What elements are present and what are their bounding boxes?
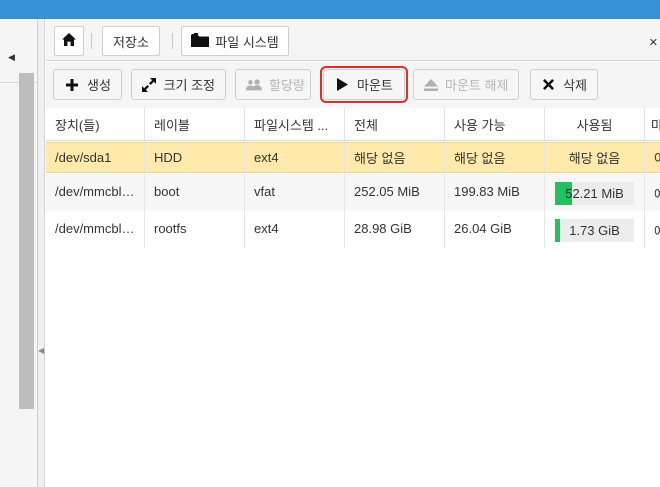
- expand-icon: [142, 77, 157, 93]
- used-cell: 해당 없음: [545, 143, 645, 172]
- eject-icon: [424, 77, 438, 93]
- device-text: /dev/mmcblk0p1: [55, 184, 135, 199]
- table-row[interactable]: /dev/mmcblk0p1 boot vfat 252.05 MiB 199.…: [46, 174, 660, 211]
- usage-bar-text: 52.21 MiB: [565, 186, 624, 201]
- label-cell: HDD: [145, 143, 245, 172]
- filesystem-cell: ext4: [245, 143, 345, 172]
- device-cell: /dev/sda1: [46, 143, 145, 172]
- total-cell: 252.05 MiB: [345, 174, 445, 211]
- column-header-label[interactable]: 레이블: [145, 108, 245, 141]
- folder-icon: [191, 32, 210, 50]
- mount-button-label: 마운트: [357, 78, 393, 93]
- filesystems-table: 장치(들) 레이블 파일시스템 ... 전체 사용 가능 사용됨 마 /dev/…: [46, 108, 660, 487]
- breadcrumb-filesystems[interactable]: 파일 시스템: [181, 26, 289, 56]
- breadcrumb: 저장소 파일 시스템 ✕: [46, 19, 660, 61]
- breadcrumb-separator: [172, 33, 173, 49]
- filesystem-cell: vfat: [245, 174, 345, 211]
- breadcrumb-separator: [91, 33, 92, 49]
- resize-button-label: 크기 조정: [163, 78, 215, 93]
- plus-icon: [64, 77, 80, 93]
- home-icon: [62, 33, 76, 49]
- mounted-cell: 예: [645, 174, 660, 211]
- column-header-total[interactable]: 전체: [345, 108, 445, 141]
- usage-bar-text: 1.73 GiB: [569, 223, 620, 238]
- table-row[interactable]: /dev/mmcblk0p2 rootfs ext4 28.98 GiB 26.…: [46, 211, 660, 248]
- column-header-available[interactable]: 사용 가능: [445, 108, 545, 141]
- mounted-cell: 예: [645, 211, 660, 248]
- filesystem-cell: ext4: [245, 211, 345, 248]
- total-cell: 해당 없음: [345, 143, 445, 172]
- column-header-mounted[interactable]: 마: [645, 108, 660, 141]
- breadcrumb-storage[interactable]: 저장소: [102, 26, 160, 56]
- mounted-cell: 아: [645, 143, 660, 172]
- mount-button[interactable]: 마운트: [320, 66, 408, 103]
- close-icon: [541, 77, 556, 93]
- navigation-scrollbar[interactable]: [19, 73, 34, 409]
- breadcrumb-filesystems-label: 파일 시스템: [215, 34, 279, 50]
- device-text: /dev/mmcblk0p2: [55, 221, 135, 236]
- create-button[interactable]: 생성: [53, 69, 122, 100]
- quota-button[interactable]: 할당량: [235, 69, 311, 100]
- breadcrumb-storage-label: 저장소: [113, 34, 149, 50]
- unmount-button[interactable]: 마운트 해제: [413, 69, 519, 100]
- total-cell: 28.98 GiB: [345, 211, 445, 248]
- label-cell: rootfs: [145, 211, 245, 248]
- available-cell: 26.04 GiB: [445, 211, 545, 248]
- breadcrumb-home[interactable]: [54, 26, 84, 56]
- unmount-button-label: 마운트 해제: [445, 78, 509, 93]
- app-header-bar: [0, 0, 660, 19]
- quota-button-label: 할당량: [269, 78, 305, 93]
- splitter-bar[interactable]: ◀: [38, 19, 45, 487]
- available-cell: 199.83 MiB: [445, 174, 545, 211]
- used-cell: 1.73 GiB: [545, 211, 645, 248]
- table-row[interactable]: /dev/sda1 HDD ext4 해당 없음 해당 없음 해당 없음 아: [46, 142, 660, 173]
- device-cell: /dev/mmcblk0p1: [46, 174, 145, 211]
- resize-button[interactable]: 크기 조정: [131, 69, 226, 100]
- used-cell: 52.21 MiB: [545, 174, 645, 211]
- column-header-devices[interactable]: 장치(들): [46, 108, 145, 141]
- delete-button[interactable]: 삭제: [530, 69, 598, 100]
- label-cell: boot: [145, 174, 245, 211]
- usage-bar: 52.21 MiB: [555, 182, 634, 205]
- play-icon: [334, 77, 350, 93]
- navigation-panel: ◀: [0, 19, 38, 487]
- available-cell: 해당 없음: [445, 143, 545, 172]
- splitter-arrow-icon[interactable]: ◀: [38, 346, 44, 355]
- column-header-filesystem[interactable]: 파일시스템 ...: [245, 108, 345, 141]
- usage-bar: 1.73 GiB: [555, 219, 634, 242]
- create-button-label: 생성: [87, 78, 111, 93]
- device-cell: /dev/mmcblk0p2: [46, 211, 145, 248]
- collapse-panel-icon[interactable]: ◀: [8, 52, 15, 63]
- table-header: 장치(들) 레이블 파일시스템 ... 전체 사용 가능 사용됨 마: [46, 108, 660, 141]
- delete-button-label: 삭제: [563, 78, 587, 93]
- column-header-used[interactable]: 사용됨: [545, 108, 645, 141]
- users-icon: [246, 77, 262, 93]
- toolbar: 생성 크기 조정 할당량 마운트 마운트 해제 삭제: [46, 62, 660, 108]
- close-icon[interactable]: ✕: [649, 36, 658, 49]
- device-text: /dev/sda1: [55, 150, 112, 165]
